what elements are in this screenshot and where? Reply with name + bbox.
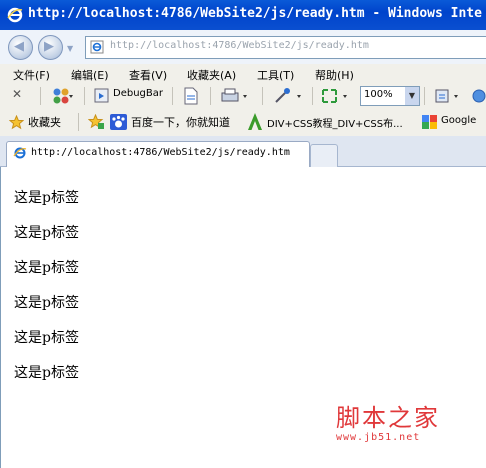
back-button[interactable]: ◀ bbox=[8, 35, 33, 60]
apps-icon[interactable] bbox=[52, 87, 74, 105]
tab-ie-icon bbox=[13, 147, 27, 159]
favorite-link-div-css[interactable]: DIV+CSS教程_DIV+CSS布... bbox=[267, 115, 403, 130]
favorite-link-baidu[interactable]: 百度一下，你就知道 bbox=[131, 114, 230, 130]
toolbar-separator bbox=[40, 87, 41, 105]
favorites-bar: 收藏夹 百度一下，你就知道 DIV+CSS教程_DIV+CSS布... Goog… bbox=[0, 108, 486, 137]
tab-title: http://localhost:4786/WebSite2/js/ready.… bbox=[31, 147, 290, 158]
paragraph: 这是p标签 bbox=[14, 225, 79, 241]
google-icon bbox=[422, 115, 437, 129]
zoom-dropdown-icon[interactable]: ▼ bbox=[405, 87, 419, 105]
menu-help[interactable]: 帮助(H) bbox=[315, 67, 354, 83]
address-url: http://localhost:4786/WebSite2/js/ready.… bbox=[110, 40, 369, 51]
window-title: http://localhost:4786/WebSite2/js/ready.… bbox=[28, 6, 482, 21]
menu-bar: 文件(F) 编辑(E) 查看(V) 收藏夹(A) 工具(T) 帮助(H) bbox=[0, 64, 486, 85]
toolbar-separator bbox=[262, 87, 263, 105]
page-icon[interactable] bbox=[182, 87, 200, 105]
watermark-url: www.jb51.net bbox=[336, 432, 421, 443]
favorite-link-google[interactable]: Google bbox=[441, 115, 476, 126]
new-tab-button[interactable] bbox=[310, 144, 338, 167]
baidu-icon bbox=[110, 114, 127, 130]
menu-file[interactable]: 文件(F) bbox=[13, 67, 50, 83]
add-favorite-icon[interactable] bbox=[88, 114, 105, 130]
watermark-logo: 脚本之家 bbox=[336, 404, 440, 432]
div-css-icon bbox=[248, 113, 262, 130]
toolbar-separator bbox=[312, 87, 313, 105]
globe-icon[interactable] bbox=[472, 87, 486, 105]
menu-favorites[interactable]: 收藏夹(A) bbox=[187, 67, 236, 83]
menu-view[interactable]: 查看(V) bbox=[129, 67, 167, 83]
page-tools-icon[interactable] bbox=[434, 87, 464, 105]
print-icon[interactable] bbox=[220, 87, 250, 105]
paragraph: 这是p标签 bbox=[14, 190, 79, 206]
command-bar: ✕ DebugBar 100% ▼ bbox=[0, 84, 486, 109]
history-dropdown-icon[interactable]: ▼ bbox=[67, 44, 73, 53]
forward-button[interactable]: ▶ bbox=[38, 35, 63, 60]
favorites-button[interactable]: 收藏夹 bbox=[28, 114, 61, 130]
tab-ready-htm[interactable]: http://localhost:4786/WebSite2/js/ready.… bbox=[6, 141, 310, 167]
zoom-select[interactable]: 100% ▼ bbox=[360, 86, 420, 106]
menu-edit[interactable]: 编辑(E) bbox=[71, 67, 109, 83]
menu-tools[interactable]: 工具(T) bbox=[257, 67, 294, 83]
close-toolbar-icon[interactable]: ✕ bbox=[12, 87, 22, 101]
paragraph: 这是p标签 bbox=[14, 330, 79, 346]
tab-strip: http://localhost:4786/WebSite2/js/ready.… bbox=[0, 136, 486, 167]
toolbar-separator bbox=[210, 87, 211, 105]
address-row: ◀ ▶ ▼ http://localhost:4786/WebSite2/js/… bbox=[0, 30, 486, 65]
toolbar-separator bbox=[84, 87, 85, 105]
toolbar-separator bbox=[172, 87, 173, 105]
debugbar-icon bbox=[94, 88, 109, 103]
paragraph: 这是p标签 bbox=[14, 260, 79, 276]
back-arrow-icon: ◀ bbox=[14, 39, 24, 54]
debugbar-button[interactable]: DebugBar bbox=[113, 88, 163, 99]
toolbar-separator bbox=[78, 113, 79, 131]
resize-icon[interactable] bbox=[320, 87, 352, 105]
eyedropper-icon[interactable] bbox=[272, 87, 306, 105]
page-ie-icon bbox=[90, 40, 104, 54]
toolbar-separator bbox=[424, 87, 425, 105]
window-title-bar: http://localhost:4786/WebSite2/js/ready.… bbox=[0, 0, 486, 30]
ie-logo-icon bbox=[7, 7, 23, 23]
paragraph: 这是p标签 bbox=[14, 365, 79, 381]
zoom-value: 100% bbox=[364, 89, 393, 100]
address-bar[interactable]: http://localhost:4786/WebSite2/js/ready.… bbox=[85, 36, 486, 59]
paragraph: 这是p标签 bbox=[14, 295, 79, 311]
forward-arrow-icon: ▶ bbox=[44, 39, 54, 54]
favorites-star-icon bbox=[9, 115, 24, 130]
